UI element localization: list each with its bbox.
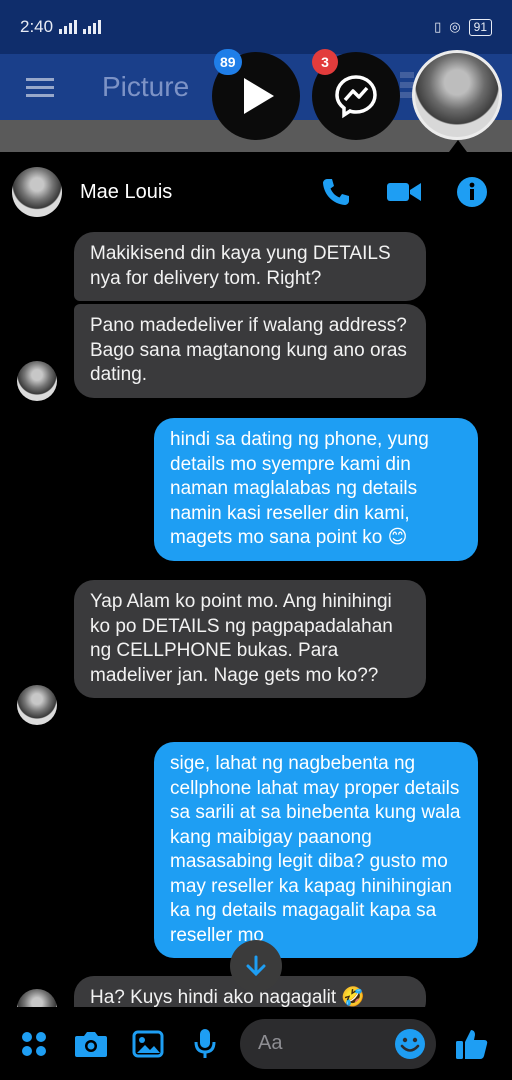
message-input-placeholder: Aa <box>258 1032 283 1054</box>
arrow-down-icon <box>246 955 266 977</box>
contact-avatar-small <box>17 989 57 1007</box>
message-list[interactable]: Makikisend din kaya yung DETAILS nya for… <box>0 232 512 1007</box>
image-icon <box>132 1030 164 1057</box>
chat-head-avatar[interactable] <box>412 50 502 140</box>
chat-head-pointer <box>449 140 467 152</box>
notification-badge: 3 <box>312 49 338 75</box>
voice-button[interactable] <box>183 1022 227 1066</box>
play-icon <box>244 78 274 114</box>
conversation-panel: Mae Louis Makikisend din kaya yung DETAI… <box>0 152 512 1080</box>
grid-dots-icon <box>22 1031 46 1056</box>
messenger-icon <box>335 75 377 119</box>
microphone-icon <box>194 1028 216 1058</box>
vibrate-icon: ▯ <box>434 19 442 34</box>
notification-badge: 89 <box>214 49 242 75</box>
camera-icon <box>75 1031 107 1057</box>
phone-icon[interactable] <box>320 176 352 208</box>
alarm-icon: ◎ <box>449 19 461 34</box>
message-input[interactable]: Aa <box>240 1018 436 1069</box>
contact-name[interactable]: Mae Louis <box>80 181 172 204</box>
chat-head-messenger[interactable]: 3 <box>312 49 400 140</box>
contact-avatar-small <box>17 685 57 725</box>
message-bubble-outgoing: sige, lahat ng nagbebenta ng cellphone l… <box>154 742 478 958</box>
emoji-icon[interactable] <box>394 1028 426 1060</box>
info-icon[interactable] <box>456 176 488 208</box>
contact-avatar[interactable] <box>12 167 62 217</box>
more-actions-button[interactable] <box>12 1022 56 1066</box>
signal-icon <box>59 20 78 34</box>
app-title: Picture <box>102 71 190 102</box>
message-bubble-outgoing: hindi sa dating ng phone, yung details m… <box>154 418 478 561</box>
chat-head-video[interactable]: 89 <box>212 49 300 140</box>
message-bubble-incoming: Makikisend din kaya yung DETAILS nya for… <box>74 232 426 301</box>
status-bar: 2:40 ▯ ◎ 91 <box>0 0 512 54</box>
thumbs-up-icon <box>456 1029 488 1059</box>
signal-4g-icon <box>83 20 102 34</box>
like-button[interactable] <box>450 1022 494 1066</box>
gallery-button[interactable] <box>126 1022 170 1066</box>
scroll-to-bottom-button[interactable] <box>230 940 282 992</box>
battery-indicator: 91 <box>468 18 492 36</box>
status-time: 2:40 <box>20 17 54 36</box>
message-bubble-incoming: Pano madedeliver if walang address? Bago… <box>74 304 426 398</box>
chat-header: Mae Louis <box>0 152 512 232</box>
contact-avatar-small <box>17 361 57 401</box>
message-bubble-incoming: Yap Alam ko point mo. Ang hinihingi ko p… <box>74 580 426 698</box>
menu-icon[interactable] <box>26 77 54 97</box>
camera-button[interactable] <box>69 1022 113 1066</box>
video-call-icon[interactable] <box>386 178 422 206</box>
message-composer: Aa <box>0 1007 512 1080</box>
